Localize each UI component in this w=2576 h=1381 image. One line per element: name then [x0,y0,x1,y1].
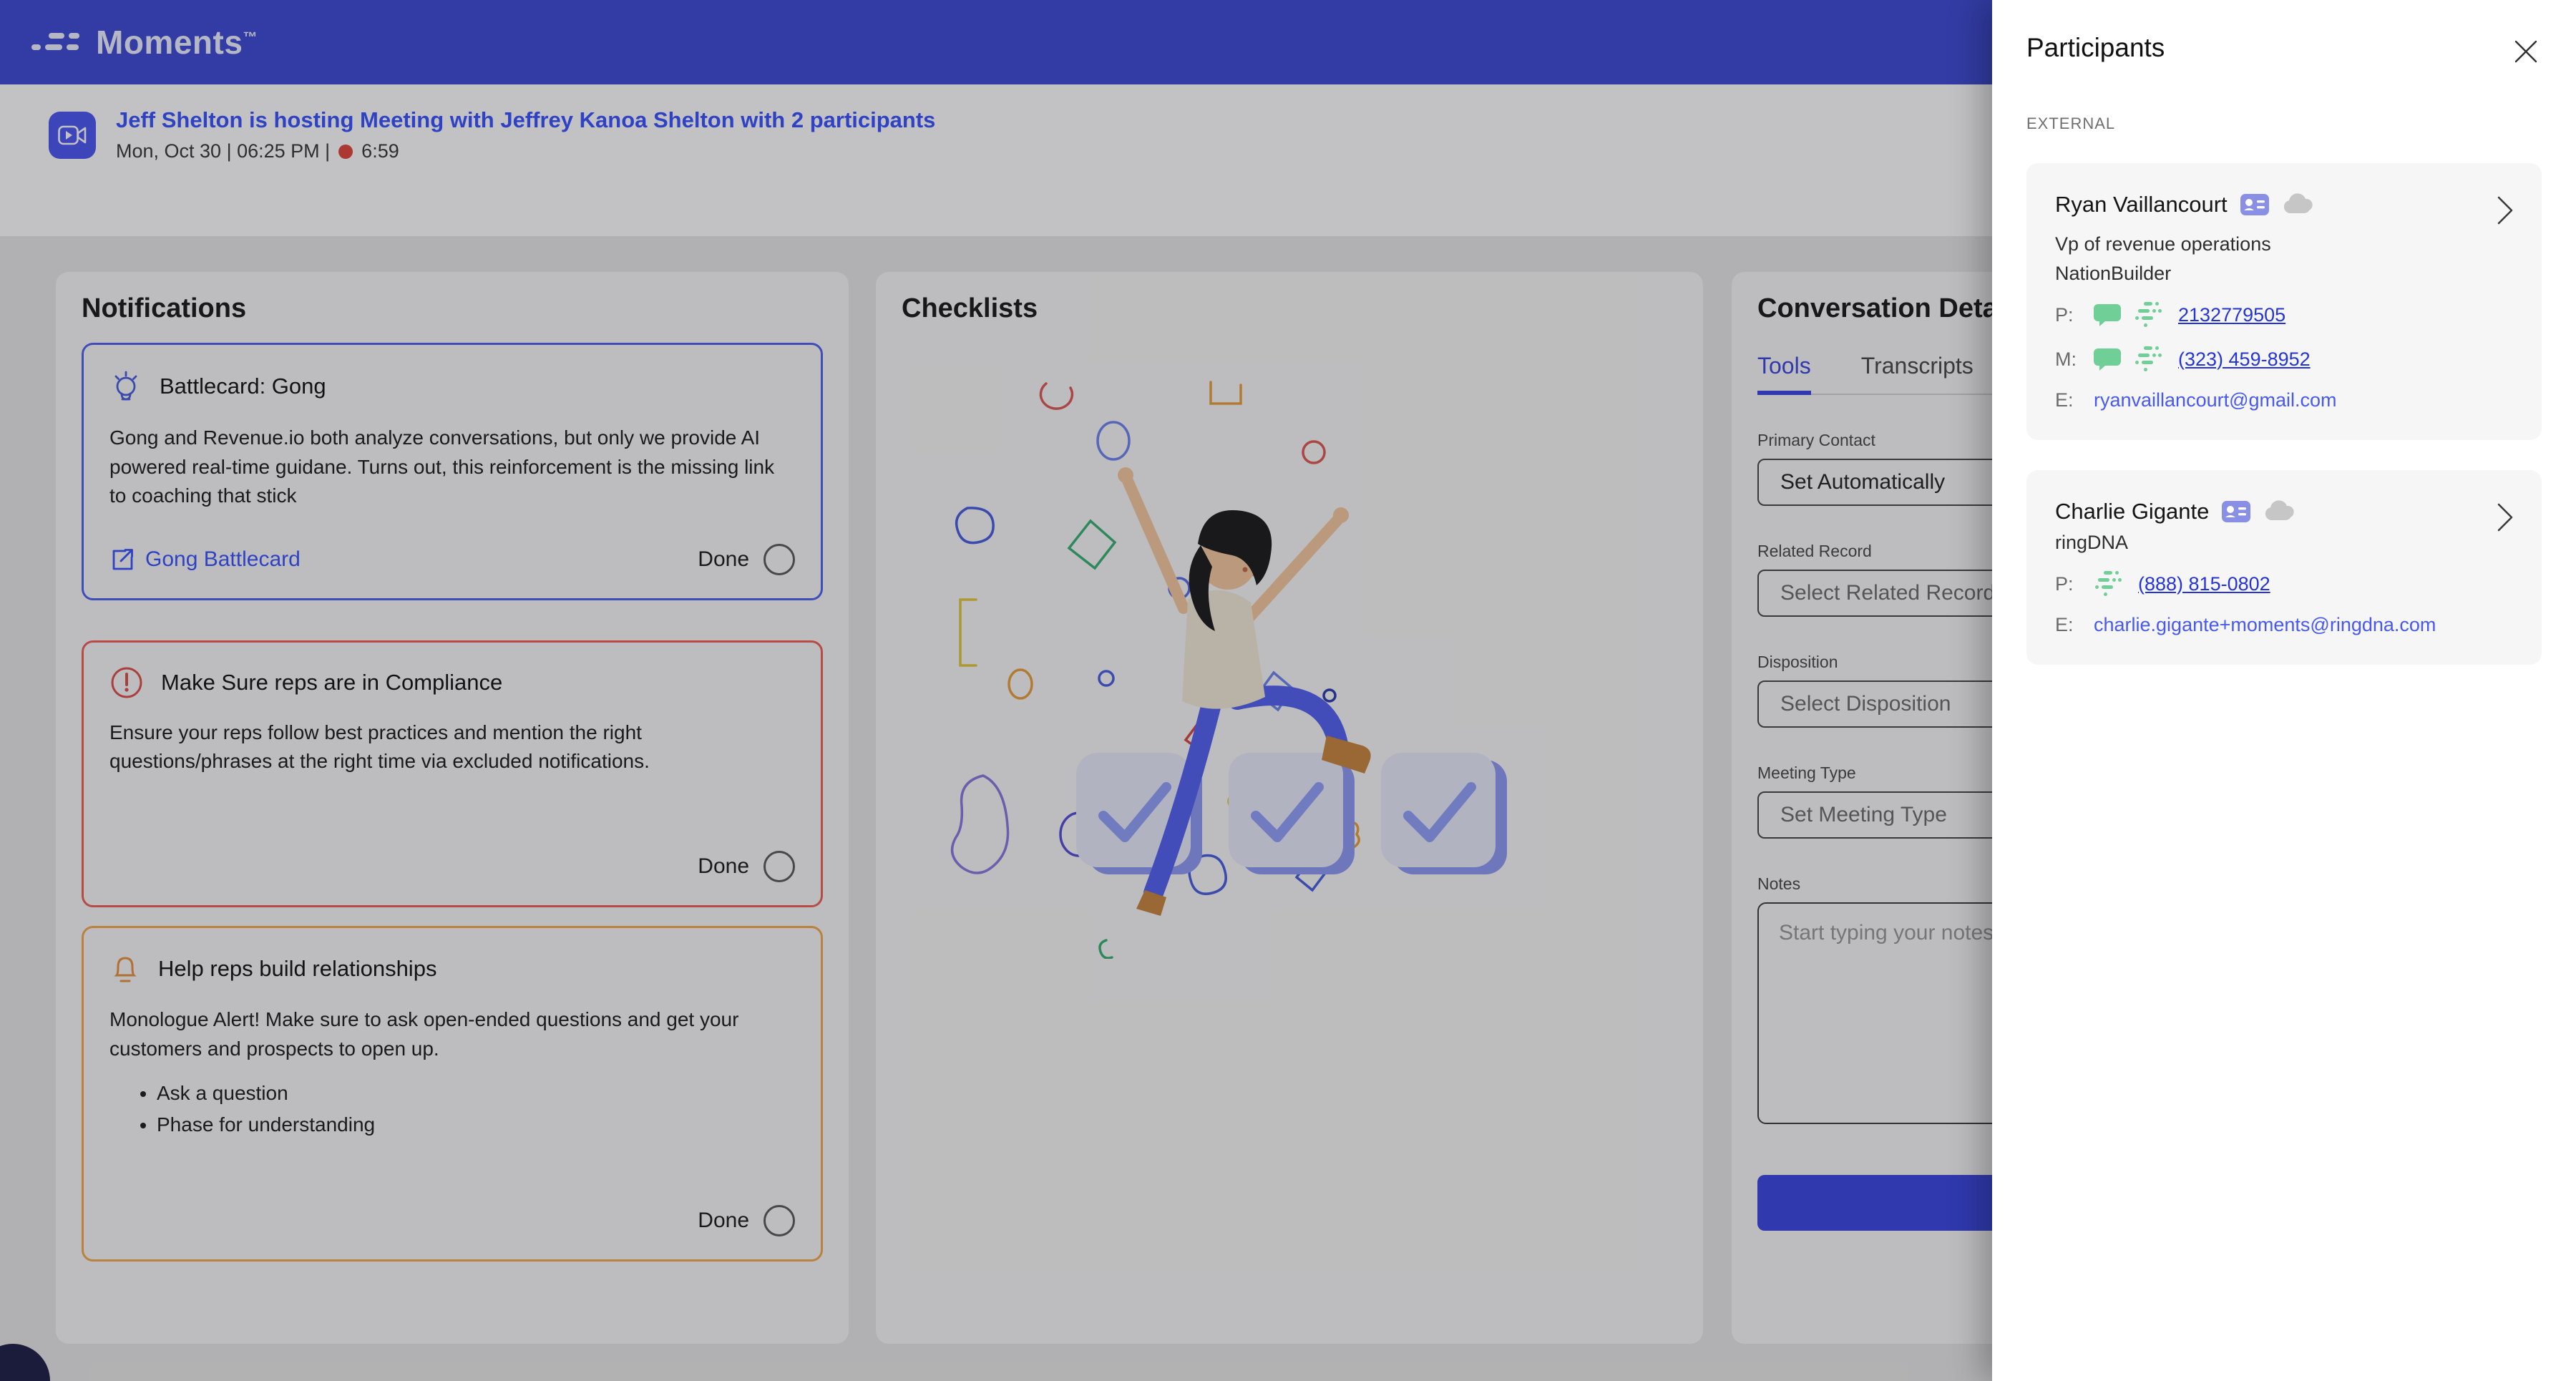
contact-badge-icon [2240,194,2269,215]
cloud-icon [2282,193,2316,216]
participant-name: Ryan Vaillancourt [2055,192,2228,217]
phone-link[interactable]: 2132779505 [2178,304,2285,326]
external-section-label: EXTERNAL [2026,114,2116,132]
email-link[interactable]: charlie.gigante+moments@ringdna.com [2094,614,2436,636]
participant-company: ringDNA [2055,532,2129,553]
participant-role: Vp of revenue operations [2055,233,2271,255]
row-label: P: [2055,303,2074,326]
row-label: E: [2055,389,2074,411]
row-label: M: [2055,348,2077,370]
participant-card[interactable]: Charlie Gigante ringDNA P: (888) 815-080… [2026,470,2542,665]
row-label: P: [2055,572,2074,595]
participants-drawer: Participants EXTERNAL Ryan Vaillancourt [1992,0,2576,1381]
participant-company: NationBuilder [2055,263,2172,284]
moments-call-icon[interactable] [2134,301,2165,329]
moments-call-icon[interactable] [2094,570,2125,598]
phone-link[interactable]: (888) 815-0802 [2138,573,2270,595]
row-label: E: [2055,614,2074,635]
phone-row: P: 2132779505 [2055,301,2513,329]
contact-badge-icon [2222,501,2251,522]
mobile-link[interactable]: (323) 459-8952 [2178,348,2311,371]
participant-name: Charlie Gigante [2055,499,2210,524]
drawer-title: Participants [2026,33,2165,62]
email-link[interactable]: ryanvaillancourt@gmail.com [2094,389,2337,411]
chevron-right-icon[interactable] [2496,502,2514,533]
chat-bubble-icon[interactable] [2094,347,2121,371]
mobile-row: M: (323) 459-8952 [2055,345,2513,374]
chevron-right-icon[interactable] [2496,195,2514,226]
close-icon[interactable] [2510,36,2542,67]
email-row: E: ryanvaillancourt@gmail.com [2055,389,2513,411]
app-root: Moments™ Jeff Shelton is hosting Meeting… [0,0,2576,1381]
cloud-icon [2263,500,2298,523]
chat-bubble-icon[interactable] [2094,303,2121,327]
email-row: E: charlie.gigante+moments@ringdna.com [2055,614,2513,636]
participant-card[interactable]: Ryan Vaillancourt Vp of revenue operatio… [2026,163,2542,440]
phone-row: P: (888) 815-0802 [2055,570,2513,598]
moments-call-icon[interactable] [2134,345,2165,374]
